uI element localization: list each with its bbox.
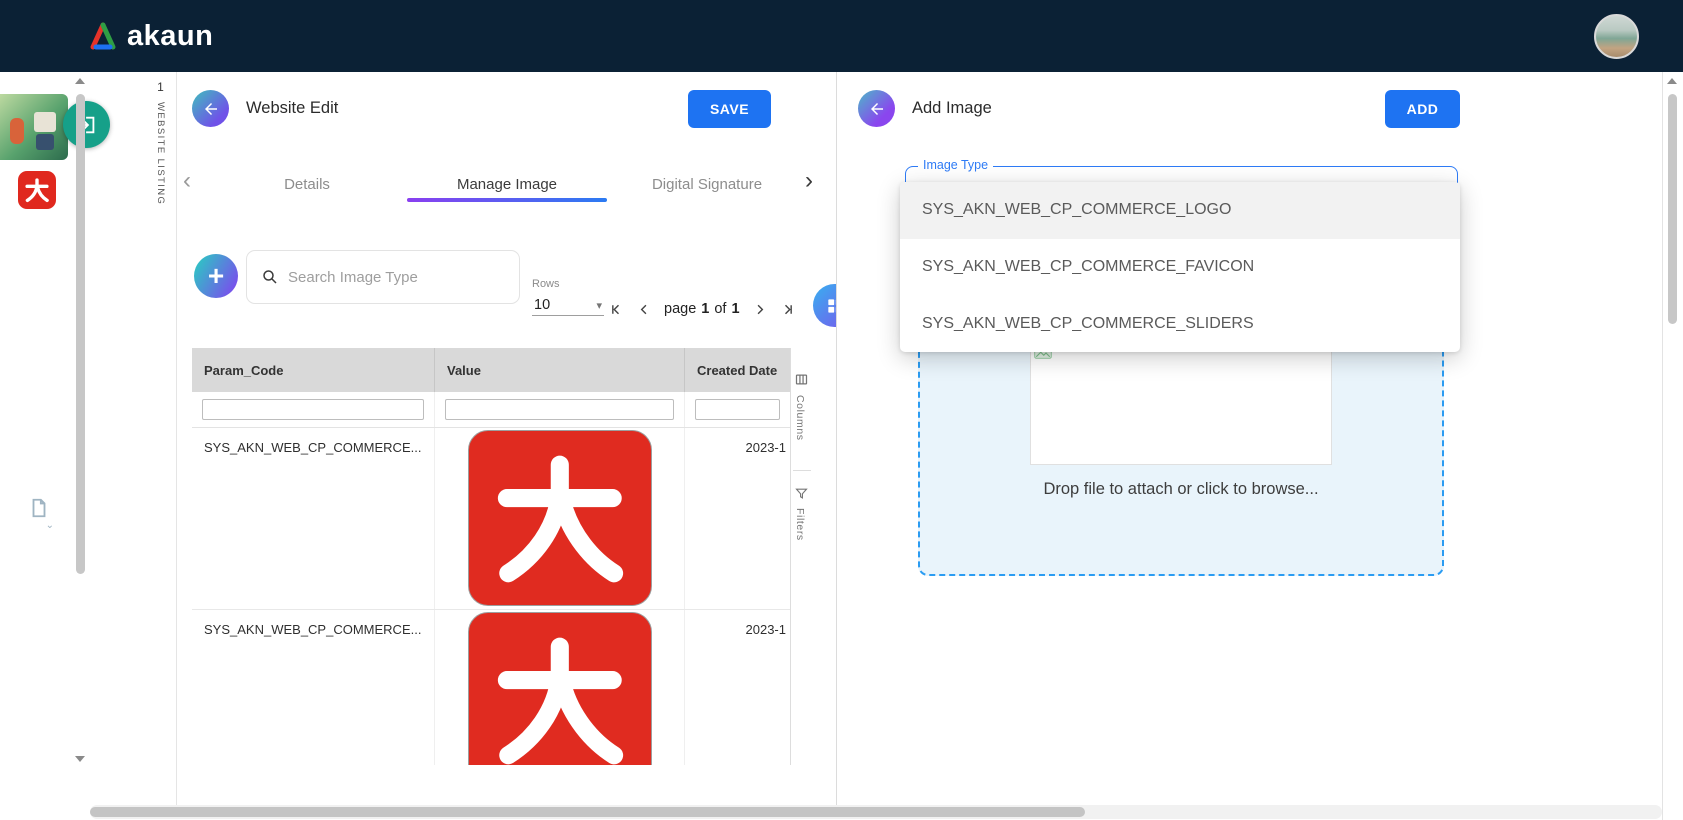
dropzone-text: Drop file to attach or click to browse..…	[920, 480, 1442, 499]
value-cell	[435, 428, 685, 609]
page-title: Add Image	[912, 99, 992, 118]
user-avatar[interactable]	[1594, 14, 1639, 59]
top-navbar: akaun	[0, 0, 1683, 72]
scrollbar-thumb[interactable]	[76, 94, 85, 574]
vertical-tab-index: 1	[157, 80, 164, 94]
value-cell	[435, 610, 685, 765]
plus-icon: +	[208, 260, 224, 292]
foxit-dai-logo-image[interactable]	[468, 612, 652, 765]
image-type-menu: SYS_AKN_WEB_CP_COMMERCE_LOGO SYS_AKN_WEB…	[900, 182, 1460, 352]
thumbnail-figure	[36, 134, 54, 150]
vertical-tab-label: WEBSITE LISTING	[155, 102, 166, 205]
columns-icon[interactable]	[794, 372, 810, 388]
website-edit-panel: 1 WEBSITE LISTING Website Edit SAVE ‹ De…	[145, 72, 837, 806]
table-row[interactable]: SYS_AKN_WEB_CP_COMMERCE... 2023-1	[192, 428, 790, 610]
foxit-pdf-icon[interactable]	[18, 171, 56, 209]
scroll-up-icon[interactable]	[75, 78, 85, 84]
akaun-triangle-icon	[88, 21, 118, 51]
menu-option-commerce-favicon[interactable]: SYS_AKN_WEB_CP_COMMERCE_FAVICON	[900, 239, 1460, 296]
next-page-icon[interactable]	[750, 299, 770, 319]
back-button[interactable]	[192, 90, 229, 127]
website-thumbnail-image[interactable]	[0, 94, 68, 160]
image-table: Param_Code Value Created Date SYS_AKN_WE…	[192, 348, 812, 765]
last-page-icon[interactable]	[776, 299, 796, 319]
back-button[interactable]	[858, 90, 895, 127]
first-page-icon[interactable]	[608, 299, 628, 319]
scrollbar-thumb[interactable]	[1668, 94, 1677, 324]
table-side-toolbar: Columns Filters	[790, 348, 812, 765]
filters-icon[interactable]	[794, 486, 810, 502]
grid-icon	[825, 296, 838, 316]
filter-value-input[interactable]	[445, 399, 674, 420]
of-word: of	[714, 301, 726, 317]
search-box	[246, 250, 520, 304]
arrow-back-icon	[202, 100, 220, 118]
tab-digital-signature[interactable]: Digital Signature	[607, 164, 807, 204]
param-code-cell: SYS_AKN_WEB_CP_COMMERCE...	[192, 428, 435, 609]
page-word: page	[664, 301, 696, 317]
table-filter-row	[192, 392, 790, 428]
columns-tool-label[interactable]: Columns	[794, 395, 806, 441]
rows-select[interactable]: 10 ▾	[532, 293, 604, 316]
add-image-panel: Add Image ADD Image Type Drop file to at…	[838, 72, 1662, 806]
rows-per-page-control: Rows 10 ▾	[532, 278, 604, 316]
created-date-cell: 2023-1	[685, 428, 790, 609]
pagination: page 1 of 1	[608, 299, 796, 319]
image-type-label: Image Type	[918, 158, 993, 172]
scrollbar-thumb[interactable]	[90, 807, 1085, 817]
vertical-tab-website-listing[interactable]: 1 WEBSITE LISTING	[145, 72, 177, 806]
page-title: Website Edit	[246, 99, 338, 118]
total-pages: 1	[731, 301, 739, 317]
horizontal-scrollbar[interactable]	[90, 805, 1662, 819]
search-input[interactable]	[288, 269, 505, 286]
scroll-down-icon[interactable]	[75, 756, 85, 762]
save-button[interactable]: SAVE	[688, 90, 771, 128]
document-icon[interactable]: ⌄	[28, 496, 54, 530]
add-button[interactable]: ADD	[1385, 90, 1460, 128]
table-main: Param_Code Value Created Date SYS_AKN_WE…	[192, 348, 790, 765]
column-header-created-date[interactable]: Created Date	[685, 348, 790, 392]
add-record-button[interactable]: +	[194, 254, 238, 298]
brand-name: akaun	[127, 20, 213, 53]
filters-tool-label[interactable]: Filters	[794, 508, 806, 541]
column-header-value[interactable]: Value	[435, 348, 685, 392]
table-row[interactable]: SYS_AKN_WEB_CP_COMMERCE... 2023-1	[192, 610, 790, 765]
menu-option-commerce-sliders[interactable]: SYS_AKN_WEB_CP_COMMERCE_SLIDERS	[900, 295, 1460, 352]
current-page: 1	[701, 301, 709, 317]
created-date-cell: 2023-1	[685, 610, 790, 765]
right-scrollbar[interactable]	[1662, 72, 1679, 820]
param-code-cell: SYS_AKN_WEB_CP_COMMERCE...	[192, 610, 435, 765]
previous-page-icon[interactable]	[634, 299, 654, 319]
filter-created-date-input[interactable]	[695, 399, 780, 420]
scroll-up-icon[interactable]	[1667, 78, 1677, 84]
side-divider	[793, 470, 811, 471]
table-settings-button[interactable]	[813, 284, 837, 327]
tabs-scroll-right-icon[interactable]: ›	[805, 166, 813, 196]
rows-value: 10	[534, 297, 550, 313]
search-icon	[261, 268, 279, 286]
page-status: page 1 of 1	[660, 301, 744, 317]
chevron-down-icon: ⌄	[46, 520, 54, 531]
rows-label: Rows	[532, 278, 604, 290]
rail-scrollbar[interactable]	[72, 72, 89, 806]
active-tab-indicator	[407, 198, 607, 202]
column-header-param-code[interactable]: Param_Code	[192, 348, 435, 392]
thumbnail-figure	[34, 112, 56, 132]
menu-option-commerce-logo[interactable]: SYS_AKN_WEB_CP_COMMERCE_LOGO	[900, 182, 1460, 239]
caret-down-icon: ▾	[596, 299, 602, 312]
arrow-back-icon	[868, 100, 886, 118]
screen: akaun ⌄	[0, 0, 1683, 820]
tab-details[interactable]: Details	[207, 164, 407, 204]
foxit-dai-logo-image[interactable]	[468, 430, 652, 606]
thumbnail-figure	[10, 118, 24, 144]
tabs-scroll-left-icon[interactable]: ‹	[183, 166, 191, 196]
table-header-row: Param_Code Value Created Date	[192, 348, 790, 392]
brand-logo[interactable]: akaun	[88, 20, 213, 53]
filter-param-code-input[interactable]	[202, 399, 424, 420]
